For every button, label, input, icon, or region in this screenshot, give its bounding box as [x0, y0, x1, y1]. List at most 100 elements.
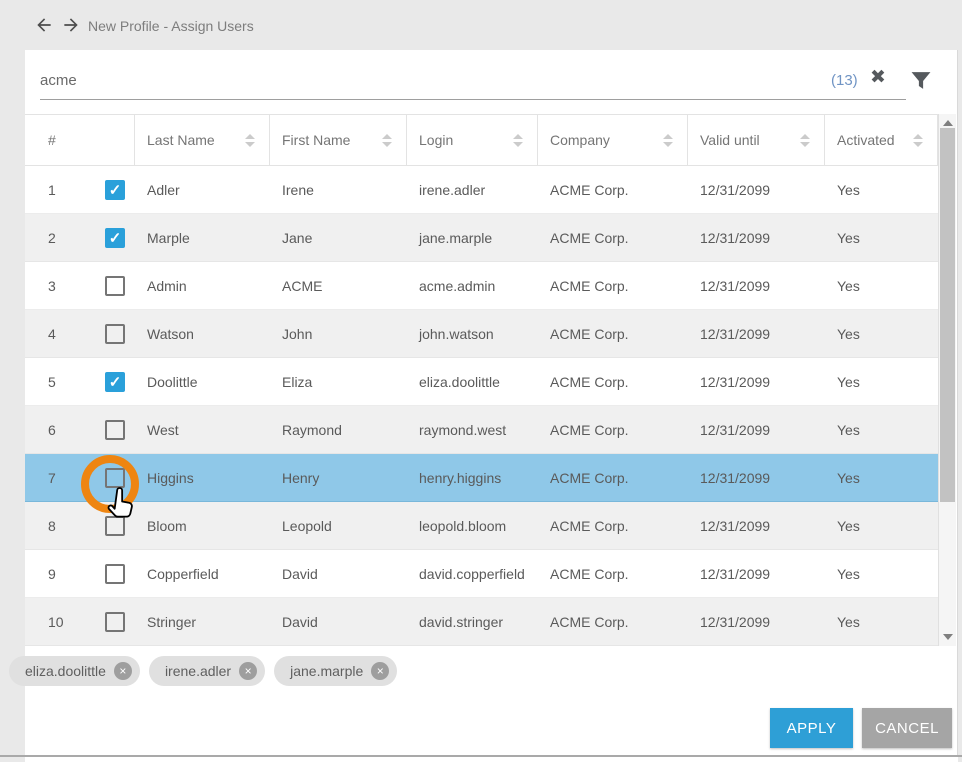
- table-row[interactable]: 7HigginsHenryhenry.higginsACME Corp.12/3…: [25, 454, 938, 502]
- cell-activated: Yes: [825, 550, 938, 597]
- row-number-cell: 1✓: [25, 166, 135, 213]
- scrollbar-up-icon[interactable]: [943, 120, 953, 126]
- row-checkbox[interactable]: [105, 420, 125, 440]
- column-header-validuntil[interactable]: Valid until: [688, 115, 825, 165]
- table-row[interactable]: 4WatsonJohnjohn.watsonACME Corp.12/31/20…: [25, 310, 938, 358]
- row-number: 7: [48, 470, 56, 486]
- row-number-cell: 5✓: [25, 358, 135, 405]
- sort-arrows-icon[interactable]: [245, 134, 255, 147]
- back-arrow-icon[interactable]: [34, 15, 54, 35]
- sort-arrows-icon[interactable]: [913, 134, 923, 147]
- search-underline: [40, 99, 906, 100]
- table-scrollbar[interactable]: [938, 114, 956, 646]
- row-checkbox[interactable]: ✓: [105, 372, 125, 392]
- table-row[interactable]: 10StringerDaviddavid.stringerACME Corp.1…: [25, 598, 938, 646]
- row-number: 5: [48, 374, 56, 390]
- cell-activated: Yes: [825, 454, 938, 501]
- cell-company: ACME Corp.: [538, 214, 688, 261]
- column-header-company[interactable]: Company: [538, 115, 688, 165]
- row-number-cell: 6: [25, 406, 135, 453]
- column-header-num: #: [25, 115, 135, 165]
- row-checkbox[interactable]: [105, 564, 125, 584]
- search-input[interactable]: [40, 62, 820, 98]
- sort-arrows-icon[interactable]: [382, 134, 392, 147]
- cell-company: ACME Corp.: [538, 310, 688, 357]
- column-label: Activated: [837, 132, 895, 148]
- cell-firstname: Henry: [270, 454, 407, 501]
- cell-firstname: ACME: [270, 262, 407, 309]
- table-row[interactable]: 5✓DoolittleElizaeliza.doolittleACME Corp…: [25, 358, 938, 406]
- column-label: #: [48, 132, 56, 148]
- cell-company: ACME Corp.: [538, 502, 688, 549]
- title-bar: New Profile - Assign Users: [0, 0, 962, 50]
- row-checkbox[interactable]: ✓: [105, 228, 125, 248]
- column-label: First Name: [282, 132, 350, 148]
- cell-validuntil: 12/31/2099: [688, 310, 825, 357]
- cell-login: irene.adler: [407, 166, 538, 213]
- row-checkbox[interactable]: [105, 468, 125, 488]
- filter-icon[interactable]: [911, 71, 931, 90]
- cell-company: ACME Corp.: [538, 598, 688, 645]
- sort-arrows-icon[interactable]: [800, 134, 810, 147]
- column-header-lastname[interactable]: Last Name: [135, 115, 270, 165]
- row-checkbox[interactable]: [105, 516, 125, 536]
- table-row[interactable]: 9CopperfieldDaviddavid.copperfieldACME C…: [25, 550, 938, 598]
- scrollbar-thumb[interactable]: [940, 128, 955, 502]
- cancel-button[interactable]: CANCEL: [862, 708, 952, 748]
- row-checkbox[interactable]: [105, 324, 125, 344]
- chip-remove-icon[interactable]: ×: [114, 662, 132, 680]
- column-header-firstname[interactable]: First Name: [270, 115, 407, 165]
- cell-lastname: Copperfield: [135, 550, 270, 597]
- row-number-cell: 9: [25, 550, 135, 597]
- table-row[interactable]: 2✓MarpleJanejane.marpleACME Corp.12/31/2…: [25, 214, 938, 262]
- sort-arrows-icon[interactable]: [663, 134, 673, 147]
- table-row[interactable]: 6WestRaymondraymond.westACME Corp.12/31/…: [25, 406, 938, 454]
- row-number: 8: [48, 518, 56, 534]
- table-row[interactable]: 8BloomLeopoldleopold.bloomACME Corp.12/3…: [25, 502, 938, 550]
- column-label: Last Name: [147, 132, 215, 148]
- cell-lastname: Adler: [135, 166, 270, 213]
- sort-arrows-icon[interactable]: [513, 134, 523, 147]
- forward-arrow-icon[interactable]: [61, 15, 81, 35]
- scrollbar-down-icon[interactable]: [943, 634, 953, 640]
- cell-activated: Yes: [825, 214, 938, 261]
- column-header-activated[interactable]: Activated: [825, 115, 938, 165]
- cell-firstname: Irene: [270, 166, 407, 213]
- row-number-cell: 7: [25, 454, 135, 501]
- table-body: 1✓AdlerIreneirene.adlerACME Corp.12/31/2…: [25, 166, 938, 646]
- cell-validuntil: 12/31/2099: [688, 406, 825, 453]
- cell-firstname: Eliza: [270, 358, 407, 405]
- clear-search-icon[interactable]: ✖: [870, 68, 886, 87]
- row-checkbox[interactable]: [105, 276, 125, 296]
- row-number-cell: 3: [25, 262, 135, 309]
- row-number: 9: [48, 566, 56, 582]
- cell-firstname: Raymond: [270, 406, 407, 453]
- table-row[interactable]: 3AdminACMEacme.adminACME Corp.12/31/2099…: [25, 262, 938, 310]
- cell-company: ACME Corp.: [538, 358, 688, 405]
- chip-remove-icon[interactable]: ×: [371, 662, 389, 680]
- column-label: Company: [550, 132, 610, 148]
- row-number: 2: [48, 230, 56, 246]
- cell-firstname: John: [270, 310, 407, 357]
- row-number-cell: 4: [25, 310, 135, 357]
- cell-lastname: Bloom: [135, 502, 270, 549]
- cell-login: john.watson: [407, 310, 538, 357]
- column-header-login[interactable]: Login: [407, 115, 538, 165]
- table-row[interactable]: 1✓AdlerIreneirene.adlerACME Corp.12/31/2…: [25, 166, 938, 214]
- cell-lastname: Marple: [135, 214, 270, 261]
- cell-activated: Yes: [825, 166, 938, 213]
- selected-user-chip: eliza.doolittle×: [9, 656, 140, 686]
- table-header: # Last Name First Name Login Company Valid un…: [25, 114, 938, 166]
- cell-firstname: David: [270, 550, 407, 597]
- row-number-cell: 2✓: [25, 214, 135, 261]
- cell-validuntil: 12/31/2099: [688, 358, 825, 405]
- cell-lastname: Stringer: [135, 598, 270, 645]
- cell-company: ACME Corp.: [538, 550, 688, 597]
- apply-button[interactable]: APPLY: [770, 708, 853, 748]
- window-bottom-strip: [25, 757, 958, 762]
- row-checkbox[interactable]: [105, 612, 125, 632]
- row-number: 4: [48, 326, 56, 342]
- row-number: 10: [48, 614, 64, 630]
- row-checkbox[interactable]: ✓: [105, 180, 125, 200]
- chip-remove-icon[interactable]: ×: [239, 662, 257, 680]
